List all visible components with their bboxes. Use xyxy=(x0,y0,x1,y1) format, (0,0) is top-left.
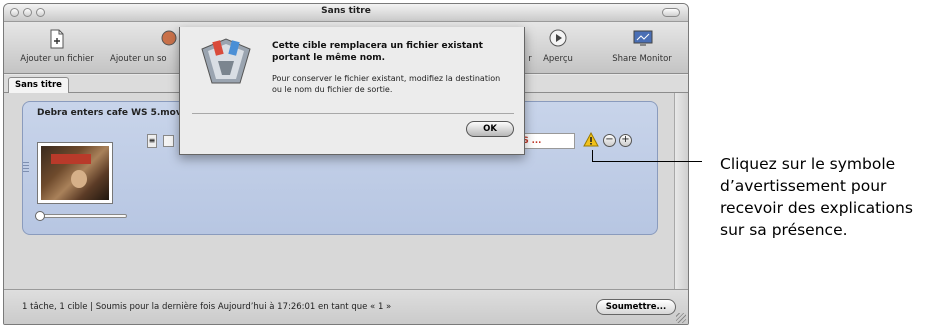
document-add-icon xyxy=(48,29,66,49)
tab-sans-titre[interactable]: Sans titre xyxy=(8,77,69,93)
add-target-button[interactable]: + xyxy=(619,134,632,147)
clip-thumbnail xyxy=(37,142,113,204)
share-monitor-label: Share Monitor xyxy=(612,54,672,64)
title-bar: Sans titre xyxy=(4,4,688,22)
preview-slider[interactable] xyxy=(35,211,127,221)
surround-icon xyxy=(160,29,178,47)
resize-grip[interactable] xyxy=(676,313,686,323)
add-surround-button[interactable]: Ajouter un so xyxy=(110,26,180,72)
add-file-button[interactable]: Ajouter un fichier xyxy=(12,26,102,72)
toolbar-partial-label: r xyxy=(528,54,532,64)
window-title: Sans titre xyxy=(321,6,371,16)
ok-button[interactable]: OK xyxy=(466,121,514,137)
thumbnail-image xyxy=(41,146,109,200)
job-title: Debra enters cafe WS 5.mov xyxy=(37,108,182,118)
warning-triangle-icon[interactable] xyxy=(583,131,599,148)
drag-handle[interactable] xyxy=(23,162,29,174)
preview-button[interactable]: Aperçu xyxy=(538,26,578,72)
status-bar: 1 tâche, 1 cible | Soumis pour la derniè… xyxy=(4,289,688,324)
callout-text: Cliquez sur le symbole d’avertissement p… xyxy=(720,155,913,239)
play-circle-icon xyxy=(549,29,567,47)
callout-leader-line xyxy=(592,161,702,162)
alert-sheet: Cette cible remplacera un fichier exista… xyxy=(179,27,525,155)
add-file-label: Ajouter un fichier xyxy=(20,54,94,64)
row-handle[interactable]: ≡ xyxy=(147,134,157,148)
screenshot: { "window": {"title": "Sans titre"}, "to… xyxy=(0,0,932,329)
preview-label: Aperçu xyxy=(543,54,573,64)
vertical-scrollbar[interactable] xyxy=(674,93,688,289)
slider-knob[interactable] xyxy=(35,211,45,221)
submit-button[interactable]: Soumettre... xyxy=(596,299,676,315)
setting-icon[interactable] xyxy=(163,135,174,147)
thumbnail-sign xyxy=(51,154,91,164)
alert-message: Pour conserver le fichier existant, modi… xyxy=(272,74,501,94)
remove-target-button[interactable]: − xyxy=(603,134,616,147)
compressor-app-icon xyxy=(196,35,256,91)
share-monitor-button[interactable]: Share Monitor xyxy=(604,26,680,72)
toolbar-partial-item[interactable]: r xyxy=(524,26,536,72)
alert-divider xyxy=(192,113,514,114)
alert-title: Cette cible remplacera un fichier exista… xyxy=(272,41,483,63)
thumbnail-face xyxy=(71,170,87,188)
app-window: Sans titre Ajouter un fichier Ajouter un… xyxy=(3,3,689,325)
monitor-icon xyxy=(633,29,653,47)
add-surround-label: Ajouter un so xyxy=(110,54,167,64)
toolbar-toggle-button[interactable] xyxy=(662,8,680,17)
status-text: 1 tâche, 1 cible | Soumis pour la derniè… xyxy=(22,302,392,312)
